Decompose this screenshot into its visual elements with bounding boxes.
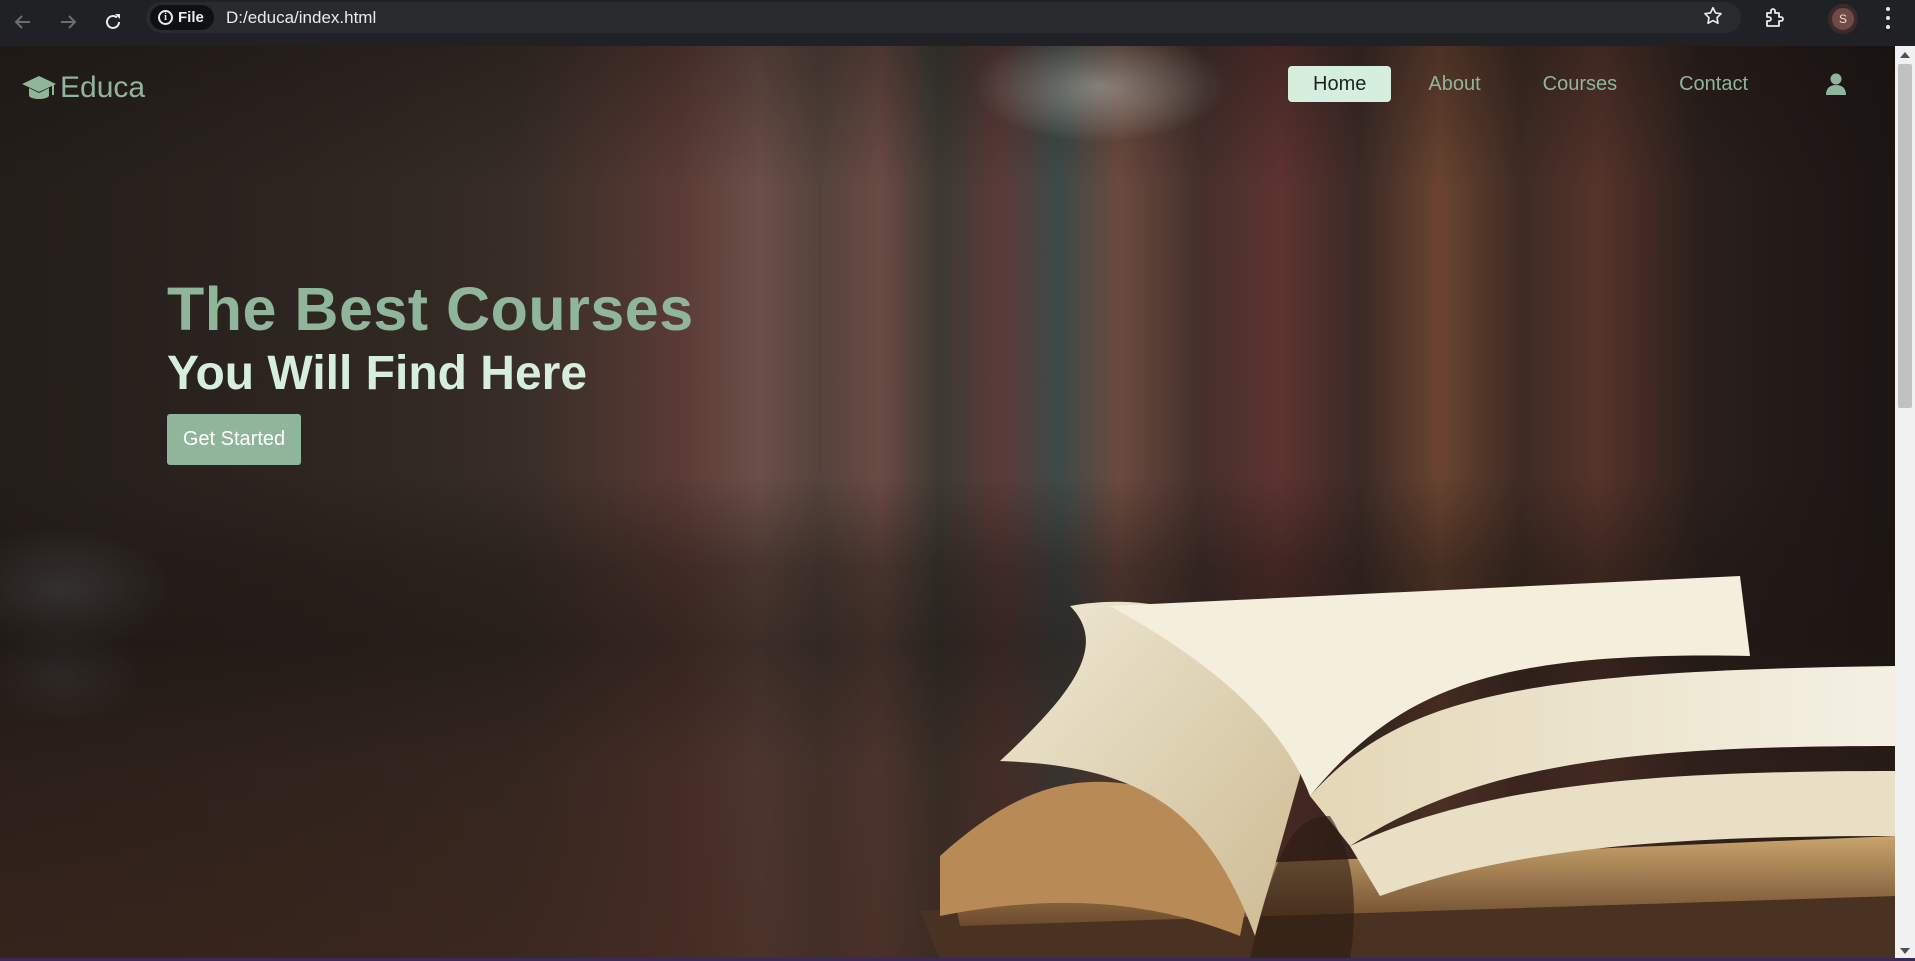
page-scrollbar[interactable]	[1895, 46, 1915, 960]
nav-courses[interactable]: Courses	[1518, 66, 1642, 102]
kebab-menu-icon[interactable]	[1883, 7, 1893, 29]
back-button[interactable]	[8, 7, 38, 37]
reload-button[interactable]	[98, 7, 128, 37]
puzzle-icon[interactable]	[1763, 6, 1787, 30]
site-logo[interactable]: Educa	[20, 71, 145, 105]
nav-about[interactable]: About	[1403, 66, 1505, 102]
nav-home[interactable]: Home	[1288, 66, 1392, 102]
main-nav: Home About Courses Contact	[1288, 66, 1847, 102]
info-icon: i	[158, 10, 173, 25]
profile-button[interactable]: S	[1828, 4, 1858, 34]
scroll-down-icon[interactable]	[1900, 948, 1910, 954]
logo-text: Educa	[60, 71, 146, 104]
get-started-button[interactable]: Get Started	[167, 414, 301, 465]
scroll-thumb[interactable]	[1898, 64, 1912, 408]
arrow-left-icon	[14, 15, 30, 29]
user-icon[interactable]	[1825, 72, 1847, 96]
forward-button[interactable]	[53, 7, 83, 37]
hero-title: The Best Courses	[167, 275, 694, 343]
star-icon[interactable]	[1702, 5, 1724, 27]
url-text[interactable]: D:/educa/index.html	[226, 8, 376, 28]
scroll-up-icon[interactable]	[1900, 52, 1910, 58]
avatar: S	[1832, 8, 1854, 30]
site-info-chip[interactable]: i File	[150, 5, 214, 30]
arrow-right-icon	[61, 15, 77, 29]
browser-toolbar: i File D:/educa/index.html S	[0, 0, 1915, 46]
hero-subtitle: You Will Find Here	[167, 347, 588, 400]
address-bar[interactable]: i File D:/educa/index.html	[146, 2, 1741, 33]
graduation-cap-icon	[22, 76, 56, 99]
nav-contact[interactable]: Contact	[1654, 66, 1773, 102]
open-book-image	[920, 576, 1895, 960]
reload-icon	[106, 14, 120, 29]
page-viewport: Educa Home About Courses Contact The Bes…	[0, 46, 1895, 960]
file-chip-label: File	[178, 9, 204, 26]
